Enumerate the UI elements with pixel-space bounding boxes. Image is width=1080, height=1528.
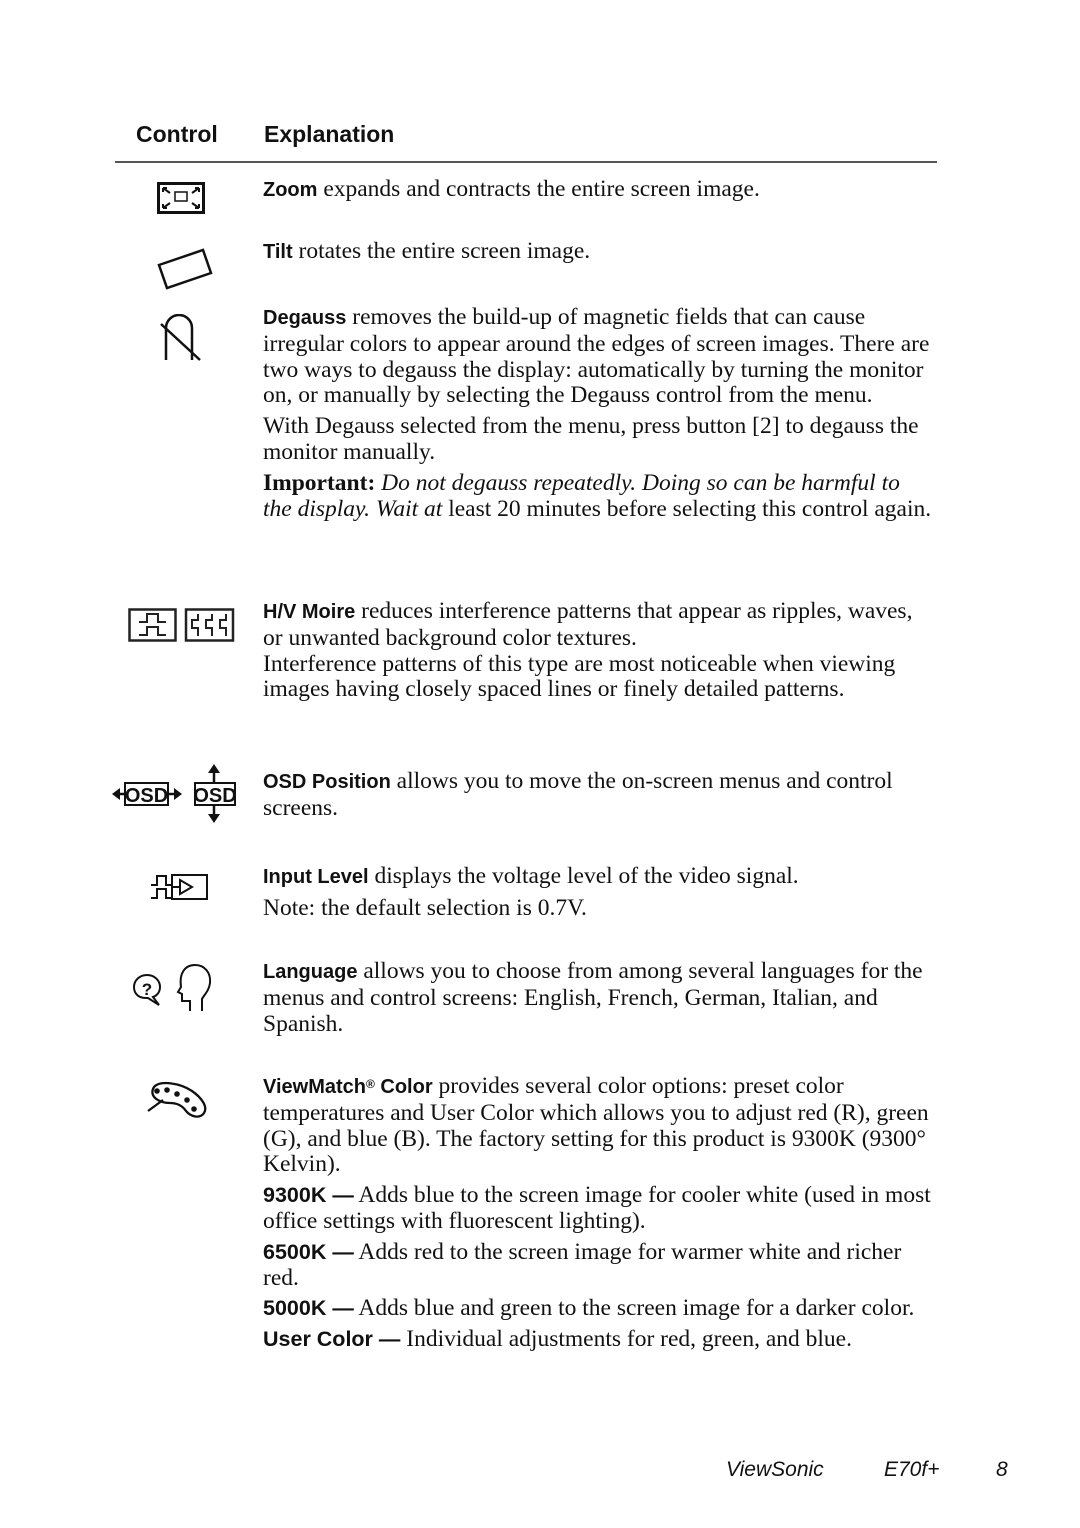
- footer-model: E70f+: [884, 1458, 940, 1481]
- input-level-icon: [150, 873, 210, 903]
- entry-viewmatch-color: ViewMatch® Color provides several color …: [263, 1073, 933, 1358]
- hv-moire-icon: [128, 608, 236, 644]
- footer-page-number: 8: [996, 1458, 1008, 1481]
- entry-text: expands and contracts the entire screen …: [317, 176, 760, 202]
- registered-mark: ®: [366, 1077, 375, 1091]
- entry-paragraph: Interference patterns of this type are m…: [263, 650, 896, 703]
- entry-paragraph: Note: the default selection is 0.7V.: [263, 894, 587, 921]
- osd-label: OSD: [125, 785, 168, 807]
- important-label: Important:: [263, 469, 376, 496]
- entry-label: Language: [263, 961, 358, 983]
- entry-hv-moire: H/V Moire reduces interference patterns …: [263, 598, 933, 708]
- entry-language: Language allows you to choose from among…: [263, 958, 933, 1042]
- color-option-5000k: 5000K — Adds blue and green to the scree…: [263, 1295, 915, 1322]
- palette-icon: [146, 1081, 208, 1119]
- explanation-column-header: Explanation: [264, 121, 395, 147]
- important-text: least 20 minutes before selecting this c…: [442, 495, 932, 522]
- entry-text: allows you to choose from among several …: [263, 958, 923, 1037]
- footer-brand: ViewSonic: [726, 1458, 824, 1481]
- osd-label: OSD: [193, 785, 236, 807]
- zoom-icon: [157, 182, 205, 214]
- language-icon: ?: [132, 963, 214, 1013]
- entry-input-level: Input Level displays the voltage level o…: [263, 863, 933, 927]
- control-column-header: Control: [136, 121, 218, 147]
- degauss-icon: [158, 314, 204, 362]
- entry-label: Zoom: [263, 179, 318, 201]
- entry-label: Degauss: [263, 307, 347, 329]
- color-option-user-color: User Color — Individual adjustments for …: [263, 1326, 852, 1353]
- entry-zoom: Zoom expands and contracts the entire sc…: [263, 176, 933, 209]
- entry-tilt: Tilt rotates the entire screen image.: [263, 238, 933, 271]
- color-option-6500k: 6500K — Adds red to the screen image for…: [263, 1238, 902, 1291]
- entry-text: reduces interference patterns that appea…: [263, 598, 913, 651]
- entry-label: Input Level: [263, 866, 369, 888]
- svg-text:?: ?: [142, 980, 152, 999]
- osd-position-icon: OSD OSD: [110, 763, 242, 825]
- entry-label: Tilt: [263, 241, 293, 263]
- tilt-icon: [156, 245, 214, 291]
- important-note: Important: Do not degauss repeatedly. Do…: [263, 469, 933, 523]
- entry-text: displays the voltage level of the video …: [368, 863, 799, 889]
- entry-paragraph: With Degauss selected from the menu, pre…: [263, 413, 919, 465]
- entry-osd-position: OSD Position allows you to move the on-s…: [263, 768, 933, 827]
- entry-label: OSD Position: [263, 771, 391, 793]
- header-divider: [115, 161, 937, 163]
- entry-label: ViewMatch® Color: [263, 1076, 433, 1098]
- entry-text: rotates the entire screen image.: [292, 238, 591, 264]
- entry-degauss: Degauss removes the build-up of magnetic…: [263, 304, 933, 527]
- entry-label: H/V Moire: [263, 601, 356, 623]
- entry-text: removes the build-up of magnetic fields …: [263, 304, 930, 409]
- color-option-9300k: 9300K — Adds blue to the screen image fo…: [263, 1182, 931, 1234]
